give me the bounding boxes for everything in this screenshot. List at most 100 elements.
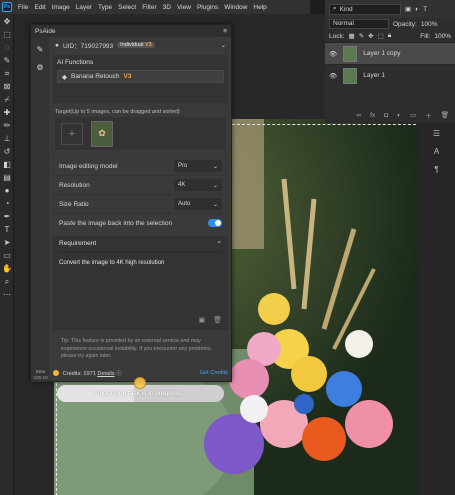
panel-menu-icon[interactable]: ≡ bbox=[223, 28, 227, 35]
new-layer-icon[interactable]: ＋ bbox=[425, 110, 432, 120]
size-ratio-value: Auto bbox=[178, 201, 191, 207]
resolution-select[interactable]: 4K ⌄ bbox=[174, 179, 222, 191]
lock-transparent-icon[interactable]: ▦ bbox=[349, 32, 355, 40]
frame-tool-icon[interactable]: ⊠ bbox=[2, 82, 12, 92]
requirement-header[interactable]: Requirement ⌃ bbox=[59, 240, 222, 253]
properties-icon[interactable]: ☰ bbox=[430, 129, 444, 141]
blend-mode-select[interactable]: Normal bbox=[329, 19, 389, 29]
fx-icon[interactable]: fx bbox=[370, 112, 375, 119]
menu-view[interactable]: View bbox=[177, 4, 191, 11]
menu-layer[interactable]: Layer bbox=[76, 4, 92, 11]
target-images-area[interactable]: + ✿ bbox=[55, 117, 226, 150]
visibility-eye-icon[interactable]: 👁︎ bbox=[329, 72, 337, 80]
blur-tool-icon[interactable]: ● bbox=[2, 186, 12, 196]
user-icon: ● bbox=[55, 41, 59, 49]
details-link[interactable]: Details bbox=[97, 371, 114, 377]
lasso-tool-icon[interactable]: ◌ bbox=[2, 43, 12, 53]
healing-brush-tool-icon[interactable]: ✚ bbox=[2, 108, 12, 118]
link-layers-icon[interactable]: ∞ bbox=[357, 112, 362, 119]
lock-brush-icon[interactable]: ✎ bbox=[359, 32, 364, 40]
chevron-down-icon[interactable]: ⌄ bbox=[221, 41, 226, 49]
move-tool-icon[interactable]: ✥ bbox=[2, 17, 12, 27]
character-icon[interactable]: A bbox=[430, 147, 444, 159]
type-filter-icon[interactable]: T bbox=[423, 6, 427, 13]
chevron-down-icon: ⌄ bbox=[212, 201, 218, 208]
path-select-tool-icon[interactable]: ➤ bbox=[2, 238, 12, 248]
menu-filter[interactable]: Filter bbox=[142, 4, 156, 11]
add-image-button[interactable]: + bbox=[61, 122, 83, 145]
pen-tool-icon[interactable]: ✒ bbox=[2, 212, 12, 222]
menu-plugins[interactable]: Plugins bbox=[197, 4, 218, 11]
info-icon[interactable]: ⓘ bbox=[116, 371, 122, 377]
opacity-value[interactable]: 100% bbox=[421, 21, 438, 28]
eraser-tool-icon[interactable]: ◧ bbox=[2, 160, 12, 170]
gradient-tool-icon[interactable]: ▤ bbox=[2, 173, 12, 183]
layer-row[interactable]: 👁︎ Layer 1 copy bbox=[325, 42, 455, 64]
menu-help[interactable]: Help bbox=[253, 4, 266, 11]
kind-filter-select[interactable]: ⌕ Kind bbox=[329, 3, 401, 15]
chevron-up-icon[interactable]: ⌃ bbox=[217, 240, 222, 248]
brush-tool-icon[interactable]: ✏ bbox=[2, 121, 12, 131]
credits-label: Credits: 1971 bbox=[62, 370, 96, 377]
chevron-down-icon: ⌄ bbox=[212, 182, 218, 189]
account-row[interactable]: ● UID：719027993 Individual V3 ⌄ bbox=[49, 37, 232, 53]
progress-text: Photoshop task is in progress .. bbox=[95, 389, 186, 397]
ai-function-select[interactable]: ◆ Banana Retouch V3 bbox=[57, 70, 224, 83]
fill-value[interactable]: 100% bbox=[434, 33, 451, 40]
lock-all-icon[interactable]: 🔒︎ bbox=[388, 32, 391, 40]
target-image-thumbnail[interactable]: ✿ bbox=[91, 120, 113, 147]
size-ratio-select[interactable]: Auto ⌄ bbox=[174, 198, 222, 210]
menu-window[interactable]: Window bbox=[224, 4, 247, 11]
shape-tool-icon[interactable]: ▭ bbox=[2, 251, 12, 261]
option-row-paste-back: Paste the image back into the selection bbox=[53, 213, 228, 232]
menu-edit[interactable]: Edit bbox=[34, 4, 45, 11]
lock-artboard-icon[interactable]: ⬚ bbox=[378, 32, 384, 40]
more-tools-icon[interactable]: ⋯ bbox=[2, 290, 12, 300]
panel-titlebar: PsAide ≡ bbox=[31, 25, 231, 37]
trash-icon[interactable]: 🗑︎ bbox=[441, 111, 449, 119]
adjust-filter-icon[interactable]: ◐ bbox=[415, 6, 419, 13]
trash-icon[interactable]: 🗑︎ bbox=[213, 316, 222, 324]
requirement-box: Requirement ⌃ Convert the image to 4K hi… bbox=[53, 236, 228, 330]
image-icon[interactable]: ▣ bbox=[198, 316, 205, 324]
group-folder-icon[interactable]: ▭ bbox=[410, 111, 416, 119]
quick-select-tool-icon[interactable]: ✎ bbox=[2, 56, 12, 66]
menu-3d[interactable]: 3D bbox=[163, 4, 171, 11]
photoshop-logo-icon[interactable]: Ps bbox=[2, 2, 12, 12]
eyedropper-tool-icon[interactable]: ⌿ bbox=[2, 95, 12, 105]
paragraph-icon[interactable]: ¶ bbox=[430, 165, 444, 177]
image-filter-icon[interactable]: ▣ bbox=[405, 5, 411, 13]
menu-select[interactable]: Select bbox=[118, 4, 136, 11]
marquee-tool-icon[interactable]: ⬚ bbox=[2, 30, 12, 40]
adjustment-icon[interactable]: ◐ bbox=[397, 112, 401, 119]
mask-icon[interactable]: ◘ bbox=[384, 112, 388, 119]
kind-label: Kind bbox=[339, 5, 353, 13]
version-label: Beta V20.10 bbox=[32, 369, 49, 381]
hand-tool-icon[interactable]: ✋ bbox=[2, 264, 12, 274]
panel-icon-strip: ☰ A ¶ bbox=[418, 123, 455, 495]
menu-image[interactable]: Image bbox=[52, 4, 70, 11]
lock-move-icon[interactable]: ✥ bbox=[368, 32, 373, 40]
option-row-size-ratio: Size Ratio Auto ⌄ bbox=[53, 194, 228, 213]
tip-text: Tip: This feature is provided by an exte… bbox=[61, 338, 212, 359]
type-tool-icon[interactable]: T bbox=[2, 225, 12, 235]
requirement-textarea[interactable]: Convert the image to 4K high resolution bbox=[59, 253, 222, 266]
dodge-tool-icon[interactable]: ◔ bbox=[2, 199, 12, 209]
visibility-eye-icon[interactable]: 👁︎ bbox=[329, 50, 337, 58]
get-credits-link[interactable]: Get Credits bbox=[200, 370, 228, 376]
settings-gear-icon[interactable]: ⚙ bbox=[35, 63, 45, 73]
history-brush-tool-icon[interactable]: ↺ bbox=[2, 147, 12, 157]
crop-tool-icon[interactable]: ⌗ bbox=[2, 69, 12, 79]
layers-panel: Normal Opacity: 100% Lock: ▦ ✎ ✥ ⬚ 🔒︎ Fi… bbox=[325, 18, 455, 123]
paste-back-toggle[interactable] bbox=[208, 219, 222, 227]
clone-stamp-tool-icon[interactable]: ⊥ bbox=[2, 134, 12, 144]
model-select[interactable]: Pro ⌄ bbox=[174, 160, 222, 172]
menu-file[interactable]: File bbox=[18, 4, 28, 11]
option-label: Image editing model bbox=[59, 162, 118, 170]
zoom-tool-icon[interactable]: ⌕ bbox=[2, 277, 12, 287]
panel-main: ● UID：719027993 Individual V3 ⌄ AI Funct… bbox=[49, 37, 232, 402]
version-line-2: V20.10 bbox=[33, 375, 48, 380]
layer-row[interactable]: 👁︎ Layer 1 bbox=[325, 64, 455, 86]
menu-type[interactable]: Type bbox=[98, 4, 112, 11]
edit-pencil-icon[interactable]: ✎ bbox=[35, 45, 45, 55]
